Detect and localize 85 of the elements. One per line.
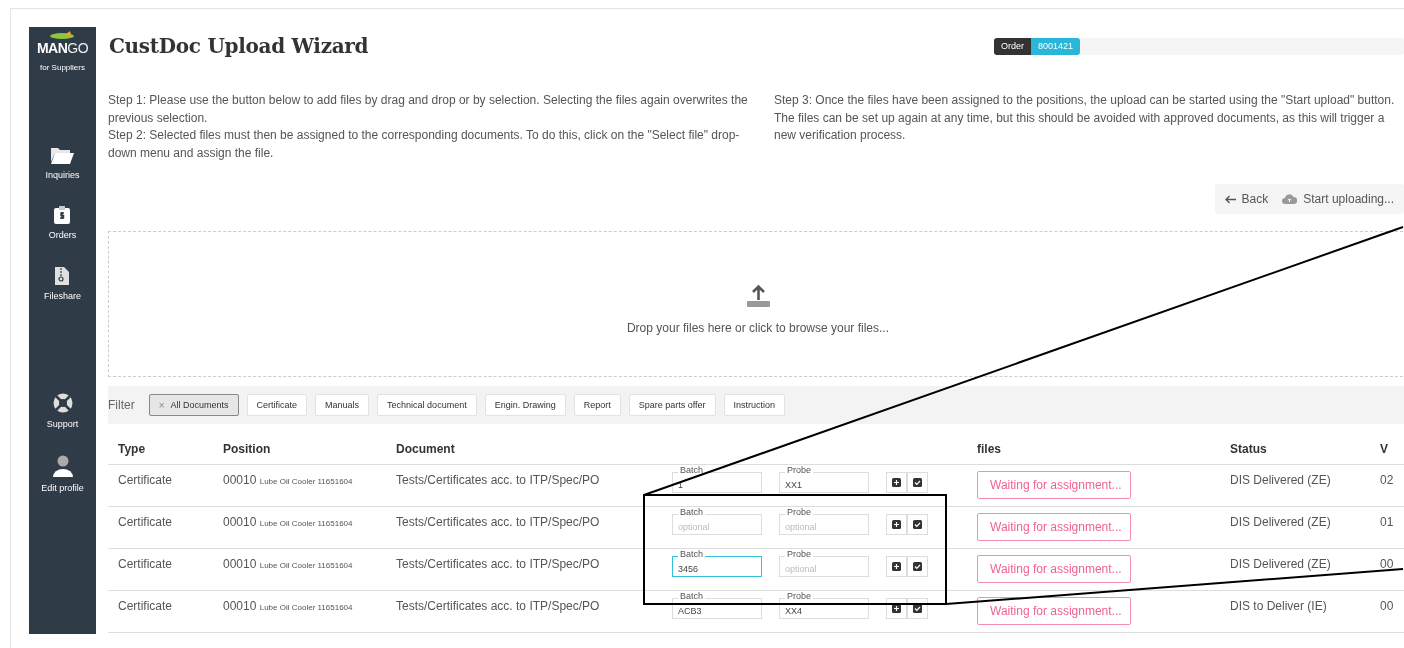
instruction-text: Step 3: Once the files have been assigned to the positions, the upload can be started using the "Start upload" button. The files can be set up again at any time, but this should be avoided with approved documents, as this will trigger a new verification process. xyxy=(774,92,1396,144)
check-square-icon xyxy=(913,477,922,487)
field-label: Batch xyxy=(678,548,705,559)
lifebuoy-icon xyxy=(52,393,73,413)
nav-item[interactable]: Inquiries xyxy=(45,146,80,180)
check-square-icon xyxy=(913,561,922,571)
money-box-icon xyxy=(54,206,71,224)
plus-square-icon xyxy=(892,477,901,487)
add-button[interactable] xyxy=(886,513,907,535)
back-button[interactable]: Back xyxy=(1224,192,1269,206)
table-cell: DIS Delivered (ZE) xyxy=(1230,514,1331,529)
field-label: Batch xyxy=(678,506,705,517)
arrow-left-icon xyxy=(1224,194,1236,204)
table-cell: DIS Delivered (ZE) xyxy=(1230,556,1331,571)
confirm-button[interactable] xyxy=(907,597,928,619)
check-square-icon xyxy=(913,519,922,529)
zip-file-icon xyxy=(55,266,70,285)
brand-logo: MANGO xyxy=(36,40,89,56)
plus-square-icon xyxy=(892,519,901,529)
drop-zone[interactable]: Drop your files here or click to browse your files... xyxy=(108,231,1404,377)
filter-label: Filter xyxy=(108,398,135,412)
nav-item[interactable]: Fileshare xyxy=(44,266,81,301)
instruction-text: Step 2: Selected files must then be assigned to the corresponding documents. To do this, click on the "Select file" drop-down menu and assign the file. xyxy=(108,127,741,162)
column-header: Type xyxy=(118,441,146,456)
remove-icon: × xyxy=(158,399,165,411)
confirm-button[interactable] xyxy=(907,555,928,577)
filter-chip[interactable]: × All Documents xyxy=(148,394,239,416)
column-header: Status xyxy=(1230,441,1267,456)
field-label: Batch xyxy=(678,464,705,475)
mango-logo-icon xyxy=(49,31,76,39)
filter-chip[interactable]: Technical document xyxy=(377,394,477,416)
nav-item[interactable]: Edit profile xyxy=(41,455,84,493)
column-header: Position xyxy=(223,441,271,456)
logo-subtitle: for Suppliers xyxy=(40,63,85,72)
table-cell: 00010 Lube Oil Cooler 11651604 xyxy=(223,514,353,529)
order-badge: Order 8001421 xyxy=(994,37,1404,55)
table-cell: DIS to Deliver (IE) xyxy=(1230,598,1327,613)
plus-square-icon xyxy=(892,603,901,613)
add-button[interactable] xyxy=(886,471,907,493)
filter-chip[interactable]: Certificate xyxy=(246,394,308,416)
filter-chip[interactable]: Spare parts offer xyxy=(628,394,716,416)
filter-chip[interactable]: Instruction xyxy=(723,394,786,416)
nav-item[interactable]: Support xyxy=(46,393,79,429)
table-cell: Certificate xyxy=(118,556,173,571)
filter-chip[interactable]: Manuals xyxy=(315,394,370,416)
cloud-upload-icon xyxy=(1282,194,1298,204)
table-cell: 02 xyxy=(1380,472,1394,487)
field-label: Probe xyxy=(785,548,814,559)
user-icon xyxy=(51,455,74,477)
upload-icon xyxy=(746,283,770,307)
column-header: V xyxy=(1380,441,1388,456)
field-label: Probe xyxy=(785,590,814,601)
table-cell: Certificate xyxy=(118,598,173,613)
table-cell: 00010 Lube Oil Cooler 11651604 xyxy=(223,556,353,571)
table-cell: Certificate xyxy=(118,472,173,487)
table-cell: Tests/Certificates acc. to ITP/Spec/PO xyxy=(396,598,600,613)
filter-chip[interactable]: Engin. Drawing xyxy=(484,394,566,416)
field-label: Batch xyxy=(678,590,705,601)
check-square-icon xyxy=(913,603,922,613)
table-cell: 00010 Lube Oil Cooler 11651604 xyxy=(223,472,353,487)
column-header: files xyxy=(977,441,1001,456)
drop-hint: Drop your files here or click to browse your files... xyxy=(626,320,890,335)
table-cell: Tests/Certificates acc. to ITP/Spec/PO xyxy=(396,472,600,487)
confirm-button[interactable] xyxy=(907,471,928,493)
plus-square-icon xyxy=(892,561,901,571)
table-cell: Tests/Certificates acc. to ITP/Spec/PO xyxy=(396,556,600,571)
table-cell: Tests/Certificates acc. to ITP/Spec/PO xyxy=(396,514,600,529)
table-cell: 00 xyxy=(1380,556,1394,571)
confirm-button[interactable] xyxy=(907,513,928,535)
instruction-text: Step 1: Please use the button below to add files by drag and drop or by selection. Selecting the files again overwrites the previous selection. xyxy=(108,92,749,127)
table-cell: DIS Delivered (ZE) xyxy=(1230,472,1331,487)
add-button[interactable] xyxy=(886,555,907,577)
table-cell: 01 xyxy=(1380,514,1394,529)
table-cell: 00 xyxy=(1380,598,1394,613)
filter-chip[interactable]: Report xyxy=(573,394,621,416)
column-header: Document xyxy=(396,441,455,456)
field-label: Probe xyxy=(785,464,814,475)
folder-icon xyxy=(50,146,75,164)
nav-item[interactable]: Orders xyxy=(48,206,77,240)
add-button[interactable] xyxy=(886,597,907,619)
page-title: CustDoc Upload Wizard xyxy=(109,34,370,58)
upload-button[interactable]: Start uploading... xyxy=(1282,192,1394,206)
table-cell: Certificate xyxy=(118,514,173,529)
table-cell: 00010 Lube Oil Cooler 11651604 xyxy=(223,598,353,613)
field-label: Probe xyxy=(785,506,814,517)
